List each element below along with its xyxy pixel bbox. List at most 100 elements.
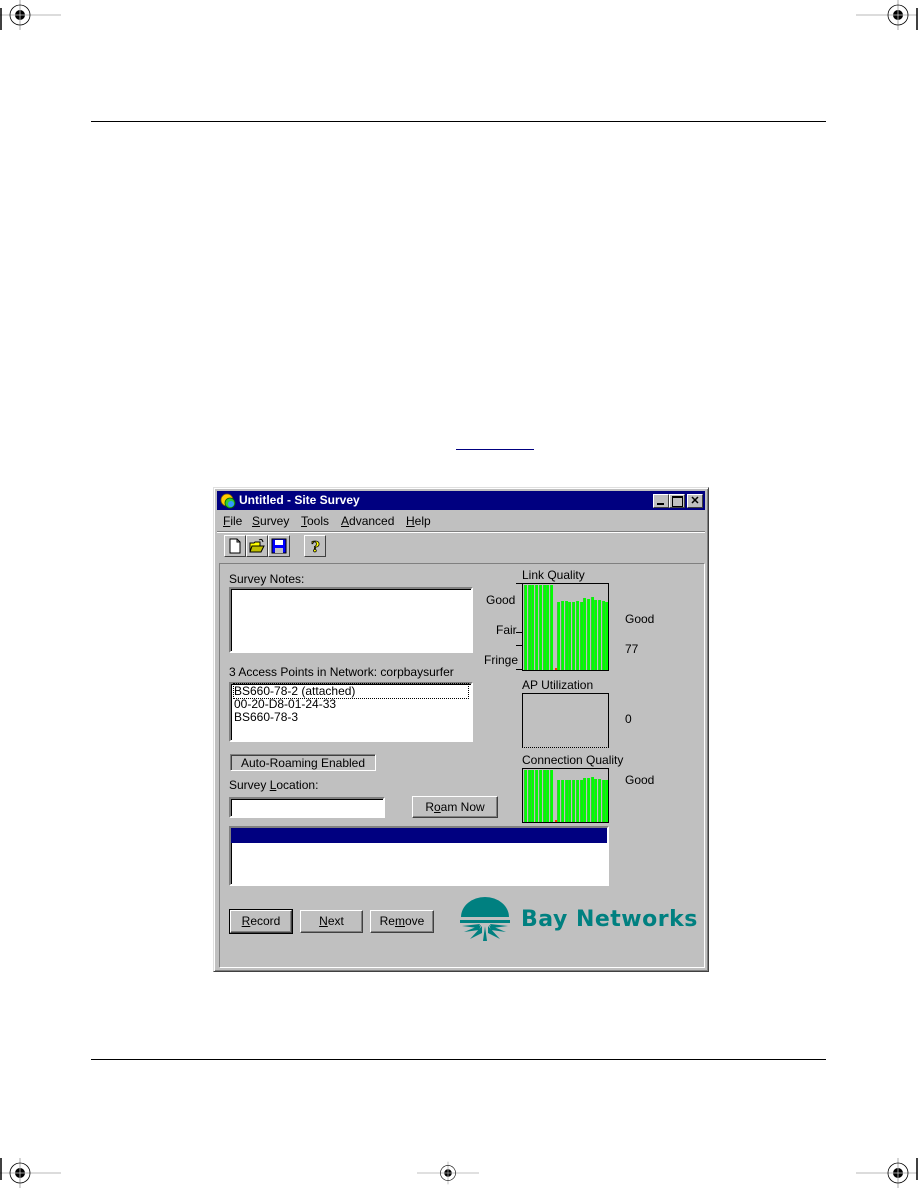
graph-bar bbox=[557, 780, 561, 822]
graph-bar bbox=[549, 770, 553, 822]
open-folder-button[interactable] bbox=[246, 535, 268, 557]
save-disk-icon bbox=[271, 538, 287, 554]
graph-bar bbox=[549, 585, 553, 670]
graph-bar bbox=[531, 585, 535, 670]
close-button[interactable]: ✕ bbox=[687, 494, 703, 508]
title-bar[interactable]: Untitled - Site Survey ✕ bbox=[217, 491, 705, 510]
survey-location-label: Survey Location: bbox=[229, 778, 319, 792]
graph-bar bbox=[605, 780, 608, 822]
maximize-button[interactable] bbox=[669, 494, 685, 508]
connection-quality-status: Good bbox=[625, 773, 655, 787]
registration-mark-icon bbox=[0, 1158, 61, 1188]
link-quality-value: 77 bbox=[625, 642, 639, 656]
graph-bar bbox=[531, 770, 535, 822]
help-button[interactable]: ? bbox=[304, 535, 326, 557]
auto-roaming-status: Auto-Roaming Enabled bbox=[230, 754, 376, 771]
graph-bar bbox=[575, 601, 579, 670]
graph-bar bbox=[586, 599, 590, 670]
graph-bar bbox=[546, 770, 550, 822]
graph-bar bbox=[583, 778, 587, 822]
remove-button[interactable]: Remove bbox=[370, 910, 434, 933]
open-folder-icon bbox=[249, 538, 265, 553]
graph-bar bbox=[572, 780, 576, 822]
graph-bar bbox=[601, 780, 605, 822]
graph-bar bbox=[561, 601, 564, 670]
graph-bar bbox=[542, 585, 546, 670]
menu-help-mnemonic: H bbox=[406, 514, 415, 528]
auto-roaming-label: Auto-Roaming Enabled bbox=[240, 756, 366, 770]
graph-bar bbox=[564, 601, 568, 670]
new-file-button[interactable] bbox=[224, 535, 246, 557]
survey-location-input[interactable] bbox=[229, 797, 385, 818]
menu-advanced-label: dvanced bbox=[349, 514, 395, 528]
graph-bar bbox=[590, 597, 594, 670]
menu-survey[interactable]: Survey bbox=[252, 514, 289, 528]
graph-bar bbox=[542, 770, 546, 822]
menu-survey-mnemonic: S bbox=[252, 514, 261, 528]
bay-networks-logo-icon bbox=[460, 897, 510, 941]
access-points-list[interactable]: BS660-78-2 (attached) 00-20-D8-01-24-33 … bbox=[229, 682, 473, 742]
link-quality-status: Good bbox=[625, 612, 655, 626]
access-point-item[interactable]: BS660-78-2 (attached) bbox=[233, 683, 469, 699]
menu-tools[interactable]: Tools bbox=[301, 514, 329, 528]
graph-bar bbox=[601, 601, 605, 670]
graph-bar bbox=[586, 778, 590, 822]
menu-help-label: elp bbox=[414, 514, 431, 528]
menu-advanced[interactable]: Advanced bbox=[341, 514, 394, 528]
access-point-item[interactable]: 00-20-D8-01-24-33 bbox=[234, 697, 336, 711]
menu-advanced-mnemonic: A bbox=[341, 514, 350, 528]
graph-bar bbox=[598, 600, 601, 670]
link-quality-scale-fringe: Fringe bbox=[484, 653, 519, 667]
footer-rule bbox=[91, 1059, 826, 1060]
menu-file[interactable]: File bbox=[223, 514, 242, 528]
menu-help[interactable]: Help bbox=[406, 514, 431, 528]
hyperlink-underline bbox=[456, 449, 534, 450]
link-quality-scale-fair: Fair bbox=[496, 623, 517, 637]
menu-survey-label: urvey bbox=[260, 514, 290, 528]
link-quality-scale-good: Good bbox=[486, 593, 516, 607]
roam-now-button[interactable]: Roam Now bbox=[412, 796, 498, 818]
next-button[interactable]: Next bbox=[300, 910, 363, 933]
new-file-icon bbox=[229, 538, 241, 554]
graph-bar bbox=[594, 779, 598, 822]
graph-bar bbox=[535, 585, 539, 670]
graph-bar bbox=[564, 780, 568, 822]
graph-bar bbox=[572, 602, 576, 670]
ap-utilization-value: 0 bbox=[625, 712, 632, 726]
access-point-item[interactable]: BS660-78-3 bbox=[234, 710, 298, 724]
graph-bar bbox=[575, 780, 579, 822]
graph-bar bbox=[568, 780, 572, 822]
minimize-icon bbox=[657, 503, 664, 505]
svg-text:?: ? bbox=[311, 538, 320, 554]
minimize-button[interactable] bbox=[653, 494, 669, 508]
survey-notes-textarea[interactable] bbox=[229, 587, 473, 653]
toolbar: ? bbox=[220, 535, 700, 559]
header-rule bbox=[91, 121, 826, 122]
link-quality-graph bbox=[522, 583, 609, 671]
graph-bar bbox=[598, 779, 601, 822]
graph-bar bbox=[524, 585, 527, 670]
window-title: Untitled - Site Survey bbox=[239, 493, 360, 507]
registration-mark-icon bbox=[856, 1158, 918, 1188]
graph-bar bbox=[535, 770, 539, 822]
graph-bar bbox=[568, 602, 572, 670]
site-survey-window: Untitled - Site Survey ✕ File Survey Too… bbox=[213, 487, 709, 972]
graph-bar bbox=[524, 770, 527, 822]
menu-tools-label: ools bbox=[307, 514, 330, 528]
graph-bar bbox=[579, 602, 583, 670]
connection-quality-title: Connection Quality bbox=[522, 753, 624, 767]
gap-marker bbox=[554, 668, 557, 670]
close-icon: ✕ bbox=[690, 495, 700, 507]
gap-marker bbox=[554, 820, 557, 822]
help-icon: ? bbox=[311, 538, 321, 554]
survey-log-selected-row[interactable] bbox=[231, 828, 607, 843]
survey-log-list[interactable] bbox=[229, 826, 609, 886]
ap-utilization-graph bbox=[522, 693, 609, 748]
survey-notes-label: Survey Notes: bbox=[229, 572, 305, 586]
record-button[interactable]: Record bbox=[229, 909, 293, 934]
save-button[interactable] bbox=[268, 535, 290, 557]
maximize-icon bbox=[672, 496, 683, 507]
link-quality-title: Link Quality bbox=[522, 568, 585, 582]
menu-file-label: ile bbox=[230, 514, 243, 528]
graph-bar bbox=[538, 585, 542, 670]
